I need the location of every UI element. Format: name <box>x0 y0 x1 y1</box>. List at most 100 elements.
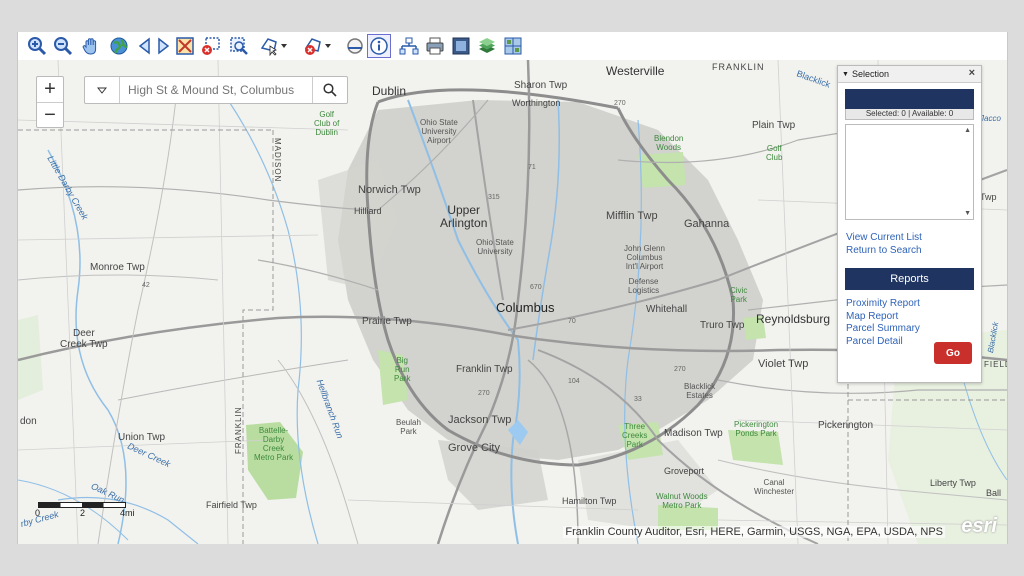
label-route-315: 315 <box>488 194 500 201</box>
label-ball: Ball <box>986 488 1002 498</box>
label-route-33: 33 <box>634 396 642 403</box>
label-groveport: Groveport <box>664 466 705 476</box>
label-whitehall: Whitehall <box>646 304 688 315</box>
label-norwich-twp: Norwich Twp <box>358 184 421 196</box>
label-liberty-twp: Liberty Twp <box>930 478 976 488</box>
scroll-down-icon[interactable]: ▼ <box>964 210 971 217</box>
label-grove-city: Grove City <box>448 442 500 454</box>
search-source-dropdown[interactable] <box>85 77 120 103</box>
reports-header: Reports <box>845 268 974 290</box>
go-button[interactable]: Go <box>934 342 972 364</box>
scale-label-0: 0 <box>35 508 41 518</box>
label-violet-twp: Violet Twp <box>758 358 809 370</box>
zoom-in-button[interactable]: + <box>37 77 63 103</box>
label-franklin-county-north: FRANKLIN <box>712 62 765 72</box>
map-attribution: Franklin County Auditor, Esri, HERE, Gar… <box>563 526 945 538</box>
label-worthington: Worthington <box>512 98 561 108</box>
label-mifflin-twp: Mifflin Twp <box>606 210 658 222</box>
next-extent-icon[interactable] <box>152 35 174 57</box>
label-madison-county: MADISON <box>273 138 282 183</box>
label-plain-twp: Plain Twp <box>752 120 796 131</box>
zoom-out-button[interactable]: − <box>37 103 63 128</box>
esri-logo: esri <box>961 515 997 537</box>
identify-icon[interactable] <box>367 34 391 58</box>
clear-selection-icon[interactable] <box>200 35 222 57</box>
label-don: don <box>20 416 37 427</box>
basemap-icon[interactable] <box>502 35 524 57</box>
print-icon[interactable] <box>424 35 446 57</box>
search-icon <box>323 83 337 97</box>
return-to-search-link[interactable]: Return to Search <box>846 245 981 258</box>
label-route-71: 71 <box>528 164 536 171</box>
label-route-270-southeast: 270 <box>674 366 686 373</box>
collapse-triangle-icon[interactable]: ▼ <box>842 71 849 78</box>
clear-graphics-dropdown-icon[interactable] <box>302 35 334 57</box>
label-twp-east: Twp <box>980 192 997 202</box>
close-icon[interactable]: × <box>969 67 975 79</box>
label-franklin-twp: Franklin Twp <box>456 364 513 375</box>
zoom-to-selection-icon[interactable] <box>174 35 196 57</box>
select-dropdown-icon[interactable] <box>258 35 290 57</box>
selection-panel-header: ▼ Selection × <box>838 66 981 83</box>
label-route-42: 42 <box>142 282 150 289</box>
view-current-list-link[interactable]: View Current List <box>846 232 981 245</box>
label-columbus: Columbus <box>496 300 555 315</box>
print-layout-icon[interactable] <box>398 35 420 57</box>
label-osu-airport: Ohio State University Airport <box>420 118 458 145</box>
label-route-270-north: 270 <box>614 100 626 107</box>
label-gahanna: Gahanna <box>684 218 730 230</box>
label-route-70: 70 <box>568 318 576 325</box>
label-union-twp: Union Twp <box>118 432 166 443</box>
label-madison-twp: Madison Twp <box>664 428 723 439</box>
search-input[interactable] <box>120 77 312 103</box>
scale-bar: 0 2 4mi <box>35 502 135 518</box>
label-deer-creek-twp: Deer Creek Twp <box>60 328 108 350</box>
app-frame: Westerville FRANKLIN Blacklick Sharon Tw… <box>17 32 1008 544</box>
label-civic-park: Civic Park <box>730 286 748 304</box>
selection-list[interactable]: ▲ ▼ <box>845 124 974 220</box>
label-jackson-twp: Jackson Twp <box>448 414 512 426</box>
proximity-report-link[interactable]: Proximity Report <box>846 298 981 311</box>
label-hamilton-twp: Hamilton Twp <box>562 496 617 506</box>
label-route-270-south: 270 <box>478 390 490 397</box>
label-defense-logistics: Defense Logistics <box>628 277 660 295</box>
label-hilliard: Hilliard <box>354 206 382 216</box>
full-extent-icon[interactable] <box>108 35 130 57</box>
label-route-104: 104 <box>568 378 580 385</box>
scroll-up-icon[interactable]: ▲ <box>964 127 971 134</box>
label-franklin-county-west: FRANKLIN <box>234 406 243 454</box>
zoom-out-icon[interactable] <box>52 35 74 57</box>
search-button[interactable] <box>312 77 347 103</box>
measure-icon[interactable] <box>344 35 366 57</box>
label-big-run-park: Big Run Park <box>394 356 411 383</box>
label-jacco: Jacco <box>980 114 1001 123</box>
label-three-creeks-park: Three Creeks Park <box>622 422 648 449</box>
label-reynoldsburg: Reynoldsburg <box>756 312 831 326</box>
label-pickerington: Pickerington <box>818 420 874 431</box>
layers-icon[interactable] <box>476 35 498 57</box>
scale-label-2: 2 <box>80 508 86 518</box>
selection-panel-title: Selection <box>851 69 889 79</box>
label-golf-club: Golf Club <box>766 144 783 162</box>
label-monroe-twp: Monroe Twp <box>90 262 145 273</box>
zoom-in-icon[interactable] <box>26 35 48 57</box>
map-report-link[interactable]: Map Report <box>846 311 981 324</box>
selection-layer-bar <box>845 89 974 109</box>
label-blendon-woods: Blendon Woods <box>654 134 684 152</box>
label-route-670: 670 <box>530 284 542 291</box>
label-battelle-darby-park: Battelle- Darby Creek Metro Park <box>254 426 294 462</box>
pan-icon[interactable] <box>80 35 102 57</box>
overview-icon[interactable] <box>450 35 472 57</box>
label-prairie-twp: Prairie Twp <box>362 316 412 327</box>
address-search <box>84 76 348 104</box>
label-beulah-park: Beulah Park <box>396 418 421 436</box>
label-westerville: Westerville <box>606 64 665 78</box>
parcel-summary-link[interactable]: Parcel Summary <box>846 323 981 336</box>
label-walnut-woods-park: Walnut Woods Metro Park <box>656 492 708 510</box>
scale-label-4mi: 4mi <box>120 508 135 518</box>
label-canal-winchester: Canal Winchester <box>754 478 795 496</box>
zoom-box-icon[interactable] <box>228 35 250 57</box>
label-dublin: Dublin <box>372 84 407 98</box>
label-john-glenn-airport: John Glenn Columbus Int'l Airport <box>624 244 665 271</box>
label-truro-twp: Truro Twp <box>700 320 745 331</box>
